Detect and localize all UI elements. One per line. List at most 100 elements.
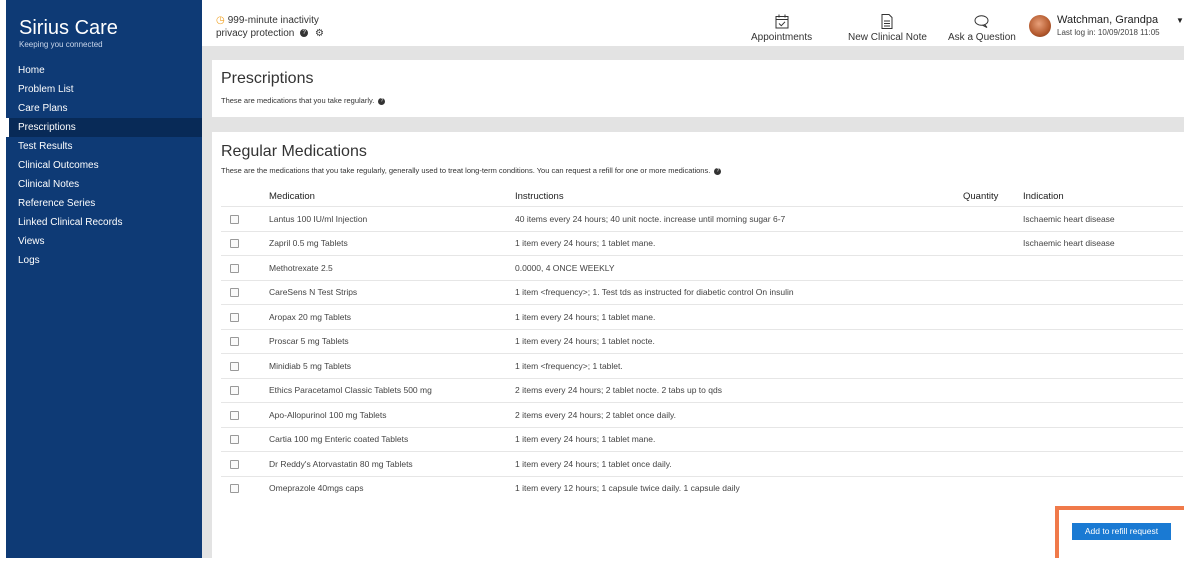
new-clinical-note-button[interactable]: New Clinical Note — [848, 13, 927, 43]
page-description-text: These are medications that you take regu… — [221, 96, 375, 105]
cell-medication: Lantus 100 IU/ml Injection — [269, 206, 515, 231]
cell-medication: Methotrexate 2.5 — [269, 255, 515, 280]
row-select-cell — [221, 475, 269, 500]
cell-indication — [1023, 328, 1183, 354]
cell-instructions: 1 item every 24 hours; 1 tablet mane. — [515, 230, 963, 256]
brand[interactable]: Sirius Care Keeping you connected — [6, 0, 202, 60]
row-checkbox[interactable] — [230, 435, 239, 445]
header-instructions: Instructions — [515, 190, 564, 202]
sidebar-item-views[interactable]: Views — [6, 232, 202, 251]
row-select-cell — [221, 328, 269, 354]
row-checkbox[interactable] — [230, 410, 239, 420]
user-menu[interactable]: Watchman, Grandpa ▼ Last log in: 10/09/2… — [1029, 13, 1184, 43]
add-to-refill-request-button[interactable]: Add to refill request — [1072, 523, 1171, 540]
sidebar-item-linked-clinical-records[interactable]: Linked Clinical Records — [6, 213, 202, 232]
cell-medication: Dr Reddy's Atorvastatin 80 mg Tablets — [269, 451, 515, 476]
help-icon[interactable]: ? — [714, 167, 722, 175]
sidebar-item-reference-series[interactable]: Reference Series — [6, 194, 202, 213]
section-description: These are the medications that you take … — [221, 166, 722, 175]
cell-medication: Zapril 0.5 mg Tablets — [269, 230, 515, 256]
privacy-text: privacy protection — [216, 28, 295, 39]
row-select-cell — [221, 402, 269, 427]
cell-indication — [1023, 353, 1183, 378]
page-description: These are medications that you take regu… — [221, 96, 386, 105]
document-icon — [881, 14, 893, 29]
sidebar-item-clinical-outcomes[interactable]: Clinical Outcomes — [6, 156, 202, 175]
cell-indication — [1023, 377, 1183, 403]
table-row: Cartia 100 mg Enteric coated Tablets 1 it… — [221, 426, 1183, 452]
sidebar-item-problem-list[interactable]: Problem List — [6, 80, 202, 99]
sidebar-item-home[interactable]: Home — [6, 61, 202, 80]
row-checkbox[interactable] — [230, 263, 239, 273]
ask-question-button[interactable]: Ask a Question — [948, 13, 1016, 43]
cell-quantity — [963, 279, 1023, 305]
sidebar: Sirius Care Keeping you connected Home Pr… — [6, 0, 202, 558]
caret-down-icon[interactable]: ▼ — [1176, 16, 1184, 25]
speech-bubble-icon — [974, 15, 989, 28]
last-login: Last log in: 10/09/2018 11:05 — [1057, 28, 1160, 37]
cell-instructions: 1 item <frequency>; 1. Test tds as instr… — [515, 279, 963, 305]
cell-medication: Apo-Allopurinol 100 mg Tablets — [269, 402, 515, 427]
cell-medication: Aropax 20 mg Tablets — [269, 304, 515, 329]
prescriptions-panel: Prescriptions These are medications that… — [212, 60, 1184, 117]
section-title: Regular Medications — [221, 143, 367, 160]
cell-instructions: 1 item every 24 hours; 1 tablet mane. — [515, 426, 963, 452]
sidebar-item-care-plans[interactable]: Care Plans — [6, 99, 202, 118]
cell-instructions: 0.0000, 4 ONCE WEEKLY — [515, 255, 963, 280]
main-content: Prescriptions These are medications that… — [202, 46, 1184, 558]
brand-title: Sirius Care — [19, 17, 118, 39]
cell-medication: Proscar 5 mg Tablets — [269, 328, 515, 354]
row-select-cell — [221, 230, 269, 256]
clock-icon: ◷ — [216, 15, 225, 26]
cell-instructions: 1 item every 12 hours; 1 capsule twice d… — [515, 475, 963, 500]
row-checkbox[interactable] — [230, 239, 239, 249]
row-checkbox[interactable] — [230, 459, 239, 469]
row-checkbox[interactable] — [230, 288, 239, 298]
sidebar-item-prescriptions[interactable]: Prescriptions — [6, 118, 202, 137]
cell-indication — [1023, 279, 1183, 305]
row-checkbox[interactable] — [230, 337, 239, 347]
row-select-cell — [221, 377, 269, 403]
sidebar-nav: Home Problem List Care Plans Prescriptions T… — [6, 61, 202, 270]
table-row: Apo-Allopurinol 100 mg Tablets 2 items ev… — [221, 402, 1183, 427]
cell-quantity — [963, 402, 1023, 427]
cell-indication: Ischaemic heart disease — [1023, 206, 1183, 231]
cell-quantity — [963, 255, 1023, 280]
cell-medication: Minidiab 5 mg Tablets — [269, 353, 515, 378]
cell-indication: Ischaemic heart disease — [1023, 230, 1183, 256]
row-checkbox[interactable] — [230, 386, 239, 396]
regular-medications-panel: Regular Medications These are the medica… — [212, 132, 1184, 558]
row-checkbox[interactable] — [230, 214, 239, 224]
cell-quantity — [963, 328, 1023, 354]
sidebar-item-logs[interactable]: Logs — [6, 251, 202, 270]
cell-quantity — [963, 451, 1023, 476]
row-select-cell — [221, 304, 269, 329]
cell-indication — [1023, 255, 1183, 280]
cell-indication — [1023, 426, 1183, 452]
cell-medication: Ethics Paracetamol Classic Tablets 500 m… — [269, 377, 515, 403]
gear-icon[interactable]: ⚙ — [315, 28, 324, 39]
cell-medication: Cartia 100 mg Enteric coated Tablets — [269, 426, 515, 452]
cell-quantity — [963, 377, 1023, 403]
cell-instructions: 1 item every 24 hours; 1 tablet nocte. — [515, 328, 963, 354]
cell-indication — [1023, 304, 1183, 329]
row-checkbox[interactable] — [230, 312, 239, 322]
row-checkbox[interactable] — [230, 484, 239, 494]
medications-table-body: Lantus 100 IU/ml Injection 40 items every… — [221, 206, 1183, 500]
sidebar-item-clinical-notes[interactable]: Clinical Notes — [6, 175, 202, 194]
sidebar-item-test-results[interactable]: Test Results — [6, 137, 202, 156]
table-row: CareSens N Test Strips 1 item <frequency>… — [221, 279, 1183, 305]
help-icon[interactable]: ? — [378, 97, 386, 105]
row-checkbox[interactable] — [230, 361, 239, 371]
header-quantity: Quantity — [963, 190, 999, 202]
table-row: Aropax 20 mg Tablets 1 item every 24 hour… — [221, 304, 1183, 329]
top-bar: ◷ 999-minute inactivity privacy protectio… — [202, 0, 1184, 46]
cell-instructions: 2 items every 24 hours; 2 tablet once da… — [515, 402, 963, 427]
appointments-button[interactable]: Appointments — [751, 13, 812, 43]
cell-indication — [1023, 402, 1183, 427]
page-title: Prescriptions — [221, 70, 314, 87]
cell-medication: Omeprazole 40mgs caps — [269, 475, 515, 500]
cell-instructions: 1 item every 24 hours; 1 tablet once dai… — [515, 451, 963, 476]
help-icon[interactable]: ? — [300, 29, 309, 38]
cell-instructions: 1 item every 24 hours; 1 tablet mane. — [515, 304, 963, 329]
